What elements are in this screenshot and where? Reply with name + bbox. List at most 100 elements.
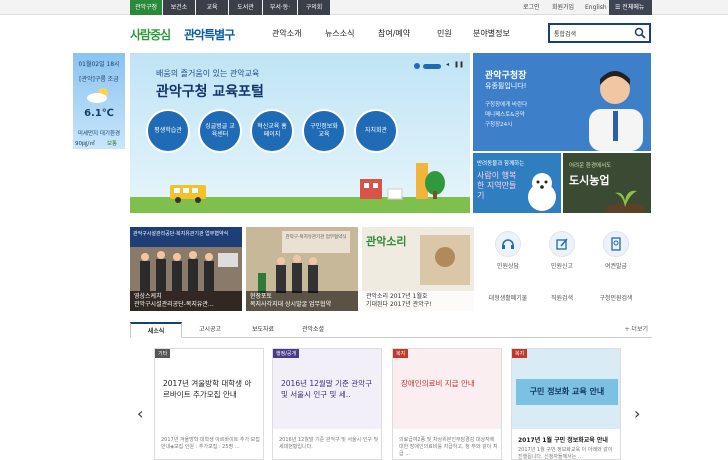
card-news-3[interactable]: 복지 장애인의료비 지급 안내 의료급여2종 및 차상위본인부담경감 대상자에 … xyxy=(392,348,502,460)
circle-it-education[interactable]: 구민정보화 교육 xyxy=(302,109,346,153)
passport-icon xyxy=(603,231,629,257)
all-menu-button[interactable]: ☰ 전체메뉴 xyxy=(609,0,652,15)
tab-health-center[interactable]: 보건소 xyxy=(163,0,195,15)
tab-library[interactable]: 도서관 xyxy=(229,0,262,15)
nav-participation[interactable]: 참여/예약 xyxy=(378,28,410,39)
logo-slogan[interactable]: 사람중심 xyxy=(130,26,171,43)
weather-date: 01월02일 18시 xyxy=(78,61,120,68)
dust-label: 미세먼지 대기환경 xyxy=(77,131,121,137)
mayor-photo xyxy=(589,71,643,151)
circle-singlebungle[interactable]: 싱글벙글 교육센터 xyxy=(198,109,242,153)
card-news-4[interactable]: 구민 정보화 교육 안내 복지 2017년 1월 구민 정보화교육 안내 201… xyxy=(511,348,621,460)
more-link[interactable]: + 더보기 xyxy=(625,322,649,338)
news-thumb-magazine[interactable]: 관악소리 관악소리 2017년 1월호 기대된다 2017년 관악구! xyxy=(362,227,474,311)
nav-civil[interactable]: 민원 xyxy=(437,28,452,39)
circle-label: 싱글벙글 교육센터 xyxy=(205,123,235,138)
dust-status: 보통 xyxy=(107,141,118,147)
card-badge: 복지 xyxy=(393,349,409,358)
tab-press[interactable]: 보도자료 xyxy=(238,322,288,338)
news-caption: 현장포토 복지사각지대 상시발굴 업무협약 xyxy=(246,291,358,311)
tab-education[interactable]: 교육 xyxy=(196,0,228,15)
news-caption: 관악소리 2017년 1월호 기대된다 2017년 관악구! xyxy=(362,291,474,311)
login-link[interactable]: 로그인 xyxy=(523,0,540,15)
card-title: 장애인의료비 지급 안내 xyxy=(401,379,475,388)
circle-label: 평생학습관 xyxy=(154,127,182,135)
mayor-link-24h[interactable]: 구청장24시 xyxy=(485,120,512,128)
circle-label: 혁신교육 홈페이지 xyxy=(257,123,287,138)
search-box xyxy=(548,23,651,43)
tab-news[interactable]: 새소식 xyxy=(130,322,182,338)
promo-pets-small: 반려동물과 함께하는 xyxy=(477,161,525,167)
nav-about[interactable]: 관악소개 xyxy=(272,28,301,39)
join-link[interactable]: 회원가입 xyxy=(552,0,574,15)
tab-council[interactable]: 구의회 xyxy=(298,0,330,15)
news-caption-2: 기대된다 2017년 관악구! xyxy=(366,301,432,309)
weather-temp: 6.1℃ xyxy=(84,108,114,119)
promo-pets-big: 사람이 행복한 지역만들기 xyxy=(477,171,517,200)
news-caption: 영상스케치 관악구시설관리공단-복지유관… xyxy=(130,291,242,311)
news-thumb-sign: 관악구시설관리공단·복지유관기관 업무협약식 xyxy=(130,227,242,247)
tab-gwanak-office[interactable]: 관악구청 xyxy=(130,0,162,15)
mayor-title: 관악구청장 xyxy=(485,71,527,81)
tab-departments[interactable]: 부서·동· xyxy=(263,0,297,15)
card-title: 2016년 12월말 기준 관악구 및 서울시 인구 및 세.. xyxy=(281,379,372,399)
news-caption-1: 관악소리 2017년 1월호 xyxy=(366,293,428,300)
banner-controls: ◂ ❚❚ xyxy=(414,61,464,70)
prev-arrow-icon[interactable]: ‹ xyxy=(137,404,143,423)
promo-urban-farming[interactable]: 어려운 환경에서도 도시농업 xyxy=(563,153,651,213)
circle-lifelong-learning[interactable]: 평생학습관 xyxy=(146,109,190,153)
prev-icon[interactable]: ◂ xyxy=(446,61,449,68)
mayor-panel[interactable]: 관악구청장 유종필입니다! 구청장에게 바란다 매니페스토&공약 구청장24시 xyxy=(473,53,651,151)
card-desc: 2017년 겨울방학 대학생 아르바이트 추가 모집 안내◈모집 인원 : 추가… xyxy=(161,437,260,450)
tab-notice[interactable]: 고시공고 xyxy=(182,322,238,338)
banner-title: 관악구청 교육포털 xyxy=(156,84,264,100)
banner-dot-active[interactable] xyxy=(423,64,441,69)
promo-pets[interactable]: 반려동물과 함께하는 사람이 행복한 지역만들기 xyxy=(473,153,561,213)
pause-icon[interactable]: ❚❚ xyxy=(454,61,464,68)
logo-name[interactable]: 관악특별구 xyxy=(184,26,235,43)
news-thumb-video[interactable]: 관악구시설관리공단·복지유관기관 업무협약식 영상스케치 관악구시설관리공단-복… xyxy=(130,227,242,311)
quick-label: 대형생활폐기물 xyxy=(488,295,528,302)
quick-office-search[interactable]: 구청민원검색 xyxy=(591,263,641,302)
all-menu-label: 전체메뉴 xyxy=(622,4,645,11)
english-link[interactable]: English xyxy=(585,0,607,15)
magazine-logo: 관악소리 xyxy=(366,235,407,248)
news-caption-1: 영상스케치 xyxy=(134,293,162,300)
news-caption-1: 현장포토 xyxy=(250,293,273,300)
card-desc: 의료급여2종 및 차상위본인부담경감 대상자에 대한 장애인의료비를 지급하고,… xyxy=(399,437,498,457)
search-icon[interactable] xyxy=(634,27,646,39)
card-news-1[interactable]: 기타 2017년 겨울방학 대학생 아르바이트 추가모집 안내 2017년 겨울… xyxy=(154,348,264,460)
card-image-text: 구민 정보화 교육 안내 xyxy=(516,379,618,405)
quick-staff-search[interactable]: 직원검색 xyxy=(537,263,587,302)
card-news-2[interactable]: 행정/공개 2016년 12월말 기준 관악구 및 서울시 인구 및 세.. 2… xyxy=(272,348,382,460)
mayor-link-wishes[interactable]: 구청장에게 바란다 xyxy=(485,100,527,108)
news-thumb-sign-2: 관악구·복지유관기관 업무협약식 xyxy=(282,231,350,253)
banner-dot[interactable] xyxy=(414,63,420,69)
news-thumb-photo[interactable]: 관악구·복지유관기관 업무협약식 현장포토 복지사각지대 상시발굴 업무협약 xyxy=(246,227,358,311)
quick-label: 구청민원검색 xyxy=(599,295,633,302)
circle-label: 자치회관 xyxy=(364,127,388,135)
banner-subtitle: 배움의 즐거움이 있는 관악교육 xyxy=(156,69,260,78)
card-image: 구민 정보화 교육 안내 xyxy=(512,349,620,429)
circle-label: 구민정보화 교육 xyxy=(310,123,338,138)
tab-social[interactable]: 관악소셜 xyxy=(288,322,338,338)
nav-news[interactable]: 뉴스소식 xyxy=(325,28,354,39)
card-title: 2017년 겨울방학 대학생 아르바이트 추가모집 안내 xyxy=(163,379,252,399)
search-input[interactable] xyxy=(550,25,630,41)
nav-info[interactable]: 분야별정보 xyxy=(473,28,510,39)
main-banner[interactable]: 배움의 즐거움이 있는 관악교육 관악구청 교육포털 ◂ ❚❚ 평생학습관 싱글… xyxy=(130,53,470,213)
circle-autonomy[interactable]: 자치회관 xyxy=(354,109,398,153)
dust-value: 90㎍/㎥ xyxy=(75,141,95,147)
card-desc: 2016년 12월말 기준 관악구 및 서울시 인구 및 세대현황입니다. xyxy=(279,437,379,450)
card-badge: 행정/공개 xyxy=(273,349,300,358)
dog-image xyxy=(528,173,556,211)
weather-widget: 01월02일 18시 [관악]구름 조금 6.1℃ 미세먼지 대기환경 90㎍/… xyxy=(73,53,125,149)
mayor-link-manifesto[interactable]: 매니페스토&공약 xyxy=(485,110,525,118)
next-arrow-icon[interactable]: › xyxy=(634,404,640,423)
news-photo-group xyxy=(130,247,242,291)
top-utility-bar: 관악구청 보건소 교육 도서관 부서·동· 구의회 로그인 회원가입 Engli… xyxy=(0,0,728,15)
quick-bulky-waste[interactable]: 대형생활폐기물 xyxy=(483,263,533,302)
quick-label: 직원검색 xyxy=(550,295,574,302)
circle-innovation[interactable]: 혁신교육 홈페이지 xyxy=(250,109,294,153)
news-caption-2: 관악구시설관리공단-복지유관… xyxy=(134,301,214,309)
